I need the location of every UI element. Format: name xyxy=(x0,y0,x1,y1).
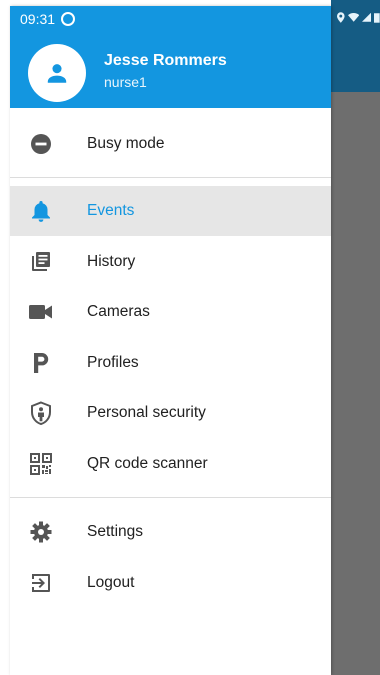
status-bar-time: 09:31 xyxy=(20,11,76,27)
menu-item-profiles[interactable]: Profiles xyxy=(10,338,331,388)
background-app[interactable] xyxy=(331,0,380,675)
menu-item-label: Settings xyxy=(87,523,144,540)
menu-item-events[interactable]: Events xyxy=(10,186,331,236)
bell-icon xyxy=(28,198,54,224)
divider xyxy=(10,177,331,178)
menu-item-label: Profiles xyxy=(87,354,139,371)
logout-icon xyxy=(28,570,54,596)
menu-item-label: Logout xyxy=(87,574,135,591)
video-camera-icon xyxy=(28,299,54,325)
avatar[interactable] xyxy=(28,44,86,102)
menu-item-label: QR code scanner xyxy=(87,455,208,472)
menu-item-logout[interactable]: Logout xyxy=(10,558,331,608)
user-name: Jesse Rommers xyxy=(104,52,227,69)
busy-mode-item[interactable]: Busy mode xyxy=(10,119,331,169)
menu-item-settings[interactable]: Settings xyxy=(10,507,331,557)
menu-item-qr-code-scanner[interactable]: QR code scanner xyxy=(10,439,331,489)
sync-icon xyxy=(61,12,76,26)
shield-person-icon xyxy=(28,400,54,426)
status-icons xyxy=(331,6,380,28)
phone-screen: 09:31 Jesse Rommers nurse1 Busy mode Eve… xyxy=(0,0,380,675)
menu-item-label: History xyxy=(87,253,136,270)
history-icon xyxy=(28,249,54,275)
menu-item-label: Personal security xyxy=(87,404,206,421)
battery-icon xyxy=(374,12,380,23)
drawer-header: 09:31 Jesse Rommers nurse1 xyxy=(10,6,331,108)
person-icon xyxy=(47,64,67,83)
menu-item-personal-security[interactable]: Personal security xyxy=(10,388,331,438)
profiles-p-icon xyxy=(28,350,54,376)
menu-item-history[interactable]: History xyxy=(10,237,331,287)
menu-item-label: Cameras xyxy=(87,303,150,320)
busy-mode-label: Busy mode xyxy=(87,135,165,152)
menu-item-cameras[interactable]: Cameras xyxy=(10,287,331,337)
clock-text: 09:31 xyxy=(20,11,56,27)
menu-item-label: Events xyxy=(87,202,135,219)
gear-icon xyxy=(28,519,54,545)
signal-icon xyxy=(361,12,372,22)
divider xyxy=(10,497,331,498)
busy-minus-icon xyxy=(28,131,54,157)
navigation-drawer: 09:31 Jesse Rommers nurse1 Busy mode Eve… xyxy=(10,6,331,675)
wifi-icon xyxy=(347,12,359,22)
location-icon xyxy=(337,11,345,23)
qr-code-icon xyxy=(28,451,54,477)
username: nurse1 xyxy=(104,74,147,90)
